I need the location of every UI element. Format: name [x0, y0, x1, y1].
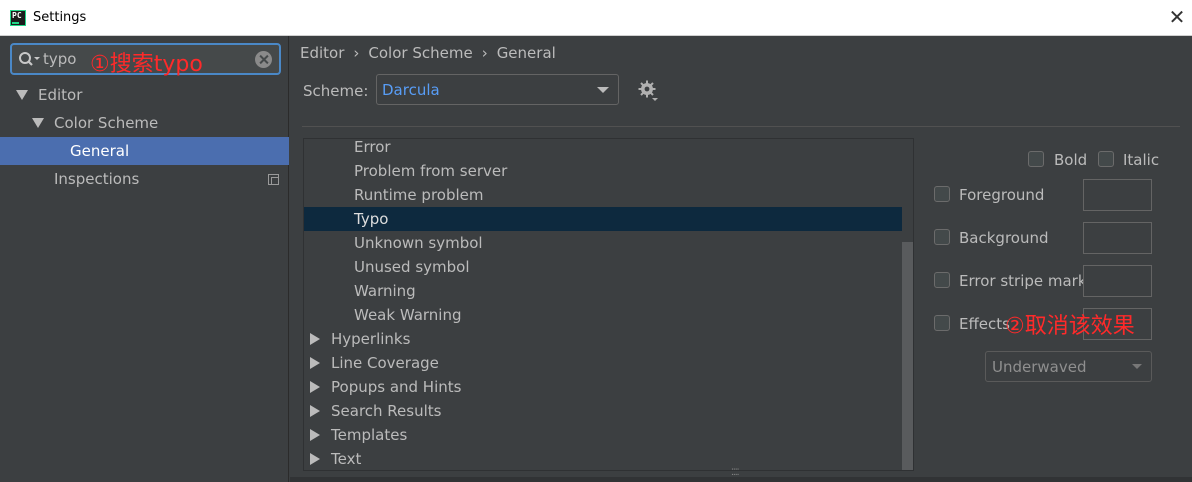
expand-triangle-icon[interactable] [310, 381, 320, 393]
list-item[interactable]: Error [304, 138, 902, 159]
list-group-hyperlinks[interactable]: Hyperlinks [304, 327, 902, 351]
list-group-label: Popups and Hints [331, 378, 462, 396]
expand-triangle-icon[interactable] [310, 357, 320, 369]
list-group-line-coverage[interactable]: Line Coverage [304, 351, 902, 375]
error-stripe-checkbox[interactable] [934, 272, 950, 288]
list-item[interactable]: Warning [304, 279, 902, 303]
effect-type-dropdown[interactable]: Underwaved [985, 351, 1152, 382]
scheme-label: Scheme: [303, 82, 369, 100]
list-item[interactable]: Unknown symbol [304, 231, 902, 255]
background-checkbox[interactable] [934, 229, 950, 245]
color-attribute-list[interactable]: Error Problem from server Runtime proble… [303, 138, 914, 471]
list-item-selected[interactable]: Typo [304, 207, 902, 231]
error-stripe-label: Error stripe mark [959, 272, 1087, 290]
background-label: Background [959, 229, 1049, 247]
list-item-label: Warning [354, 282, 416, 300]
search-icon[interactable] [18, 51, 42, 69]
foreground-checkbox[interactable] [934, 186, 950, 202]
scheme-dropdown[interactable]: Darcula [376, 74, 619, 105]
foreground-label: Foreground [959, 186, 1045, 204]
expand-triangle-icon[interactable] [310, 429, 320, 441]
chevron-down-icon [1132, 364, 1142, 369]
tree-item-label: Editor [38, 86, 83, 104]
list-item-label: Runtime problem [354, 186, 484, 204]
list-item-label: Problem from server [354, 162, 508, 180]
divider [302, 126, 1180, 127]
scheme-selected-value: Darcula [382, 81, 440, 99]
app-icon-text: PC [12, 11, 22, 20]
list-item[interactable]: Runtime problem [304, 183, 902, 207]
breadcrumb-separator: › [481, 44, 488, 62]
breadcrumb-item: General [496, 44, 556, 62]
list-group-search-results[interactable]: Search Results [304, 399, 902, 423]
chevron-down-icon [597, 87, 609, 93]
effects-annotation: ②取消该效果 [1005, 314, 1135, 339]
expand-triangle-icon[interactable] [310, 333, 320, 345]
list-item[interactable]: Weak Warning [304, 303, 902, 327]
search-annotation: ①搜索typo [90, 52, 203, 77]
expand-triangle-icon[interactable] [310, 405, 320, 417]
tree-item-inspections[interactable]: Inspections [0, 165, 289, 193]
list-item-label: Unknown symbol [354, 234, 483, 252]
tree-item-editor[interactable]: Editor [0, 81, 289, 109]
list-item[interactable]: Problem from server [304, 159, 902, 183]
list-item-label: Weak Warning [354, 306, 462, 324]
tree-item-label: General [70, 142, 130, 160]
list-item-label: Error [354, 138, 391, 156]
gear-icon[interactable] [638, 80, 660, 102]
search-input[interactable]: typo ①搜索typo [10, 43, 281, 77]
list-scrollbar[interactable] [902, 242, 913, 470]
error-stripe-color-swatch[interactable] [1083, 265, 1152, 297]
list-item-label: Typo [354, 210, 389, 228]
italic-label: Italic [1123, 151, 1160, 169]
list-group-text[interactable]: Text [304, 447, 902, 470]
list-group-label: Templates [331, 426, 408, 444]
title-bar: PC Settings ✕ [0, 0, 1192, 36]
list-item-label: Unused symbol [354, 258, 470, 276]
settings-main-panel: Editor › Color Scheme › General Scheme: Darc… [290, 36, 1192, 482]
close-icon[interactable]: ✕ [1168, 7, 1186, 27]
bold-label: Bold [1054, 151, 1088, 169]
background-color-swatch[interactable] [1083, 222, 1152, 254]
clear-search-icon[interactable] [255, 51, 272, 68]
tree-item-color-scheme[interactable]: Color Scheme [0, 109, 289, 137]
bold-checkbox[interactable] [1028, 151, 1044, 167]
project-copy-icon [268, 174, 279, 185]
bottom-edge [290, 477, 1192, 482]
list-group-label: Line Coverage [331, 354, 439, 372]
breadcrumb: Editor › Color Scheme › General [300, 44, 556, 62]
breadcrumb-item: Editor [300, 44, 345, 62]
list-item[interactable]: Unused symbol [304, 255, 902, 279]
list-group-label: Hyperlinks [331, 330, 411, 348]
list-group-templates[interactable]: Templates [304, 423, 902, 447]
effects-label: Effects [959, 315, 1010, 333]
expand-triangle-icon[interactable] [16, 90, 28, 100]
list-group-popups[interactable]: Popups and Hints [304, 375, 902, 399]
search-query-text: typo [43, 50, 77, 68]
italic-checkbox[interactable] [1098, 151, 1114, 167]
foreground-color-swatch[interactable] [1083, 179, 1152, 211]
list-group-label: Text [331, 450, 362, 468]
list-group-label: Search Results [331, 402, 442, 420]
breadcrumb-separator: › [353, 44, 360, 62]
breadcrumb-item: Color Scheme [368, 44, 473, 62]
tree-item-general[interactable]: General [0, 137, 289, 165]
effects-checkbox[interactable] [934, 315, 950, 331]
tree-item-label: Color Scheme [54, 114, 159, 132]
effect-type-value: Underwaved [992, 358, 1087, 376]
pycharm-app-icon: PC [10, 10, 26, 26]
expand-triangle-icon[interactable] [310, 453, 320, 465]
settings-sidebar: typo ①搜索typo Editor Color Scheme General… [0, 36, 289, 482]
app-icon-bar [12, 22, 19, 24]
window-title: Settings [33, 10, 87, 25]
expand-triangle-icon[interactable] [32, 118, 44, 128]
tree-item-label: Inspections [54, 170, 140, 188]
